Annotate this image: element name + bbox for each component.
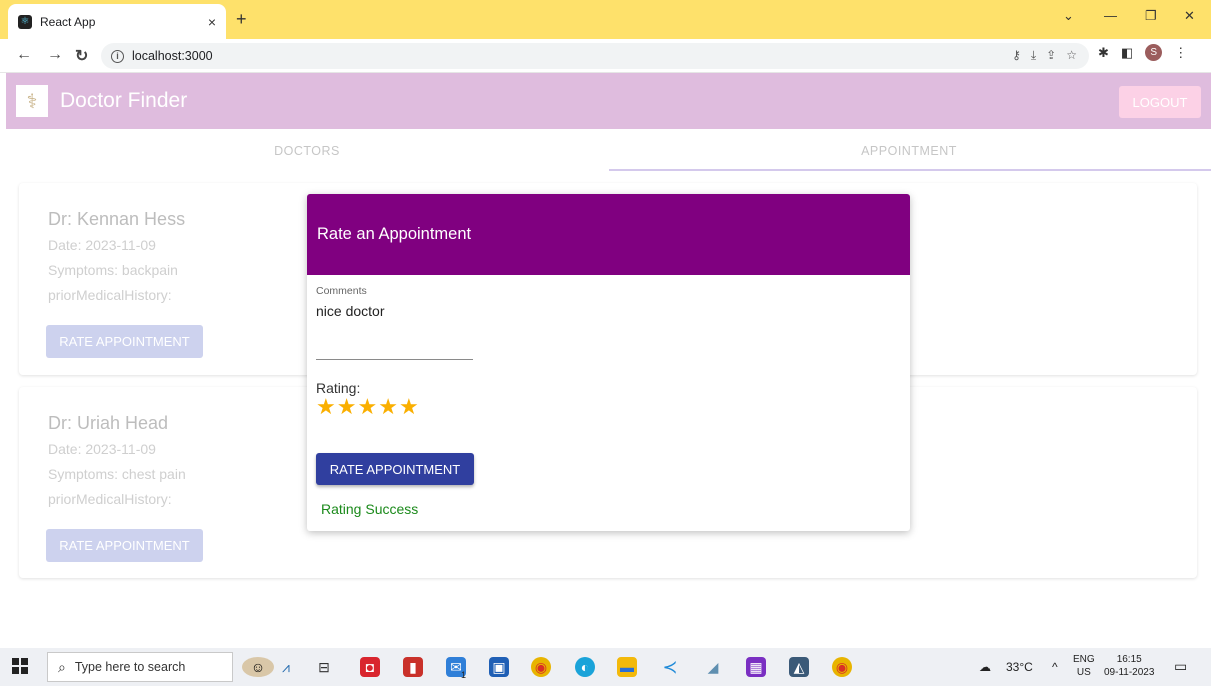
language-bottom: US xyxy=(1076,667,1091,678)
rating-status: Rating Success xyxy=(321,501,419,517)
star-icon[interactable]: ★ xyxy=(316,396,336,418)
star-icon[interactable]: ★ xyxy=(378,396,398,418)
tab-indicator xyxy=(609,169,1211,171)
app-title: Doctor Finder xyxy=(60,89,188,112)
doctor-name: Dr: Uriah Head xyxy=(48,413,169,433)
file-explorer-icon[interactable]: ▬ xyxy=(617,657,637,677)
chrome-icon[interactable]: ◉ xyxy=(531,657,551,677)
appointment-date: Date: 2023-11-09 xyxy=(48,441,156,457)
mail-app-icon[interactable]: ◘ xyxy=(360,657,380,677)
rate-appointment-button[interactable]: RATE APPOINTMENT xyxy=(46,325,203,358)
windows-taskbar: ⌕ Type here to search ☺ ⩘ ⊟ ◘ ▮ ✉ 1 ▣ ◉ … xyxy=(0,648,1211,686)
tab-appointment[interactable]: APPOINTMENT xyxy=(609,129,1209,172)
clock-date: 09-11-2023 xyxy=(1104,667,1155,678)
react-icon: ⚛ xyxy=(18,14,32,29)
browser-tab-title: React App xyxy=(40,14,96,29)
language-top: ENG xyxy=(1073,654,1095,665)
reload-icon[interactable]: ↻ xyxy=(75,46,88,66)
app-icon[interactable]: ◢ xyxy=(703,657,723,677)
side-panel-icon[interactable]: ◧ xyxy=(1121,45,1133,61)
chart-widget-icon[interactable]: ⩘ xyxy=(276,657,296,677)
comments-label: Comments xyxy=(316,285,367,297)
rate-appointment-dialog: Rate an Appointment Comments nice doctor… xyxy=(307,194,910,531)
language-indicator[interactable]: ENG US xyxy=(1073,653,1095,679)
mail-badge: 1 xyxy=(461,670,467,680)
task-view-icon[interactable]: ⊟ xyxy=(314,657,334,677)
caduceus-logo-icon: ⚕ xyxy=(16,85,48,117)
intellij-icon[interactable]: ▦ xyxy=(746,657,766,677)
comments-underline xyxy=(316,359,473,360)
url-text: localhost:3000 xyxy=(132,49,213,63)
clock[interactable]: 16:15 09-11-2023 xyxy=(1104,653,1154,679)
share-icon[interactable]: ⇪ xyxy=(1046,48,1056,63)
dialog-header: Rate an Appointment xyxy=(307,194,910,275)
windows-start-icon[interactable] xyxy=(12,658,28,674)
taskbar-search-placeholder: Type here to search xyxy=(74,660,186,674)
bookmark-star-icon[interactable]: ☆ xyxy=(1066,48,1077,63)
close-tab-icon[interactable]: × xyxy=(208,14,216,30)
appointment-symptoms: Symptoms: backpain xyxy=(48,262,178,278)
install-icon[interactable]: ⤓ xyxy=(1031,48,1036,63)
logout-button[interactable]: LOGOUT xyxy=(1119,86,1201,118)
taskbar-search-input[interactable]: ⌕ Type here to search xyxy=(47,652,233,682)
tray-chevron-icon[interactable]: ^ xyxy=(1052,660,1058,674)
edge-icon[interactable]: ◐ xyxy=(575,657,595,677)
restore-icon[interactable]: ❐ xyxy=(1145,8,1157,24)
minimize-icon[interactable]: — xyxy=(1104,8,1117,23)
search-icon: ⌕ xyxy=(58,658,66,675)
tab-doctors[interactable]: DOCTORS xyxy=(7,129,607,172)
info-icon[interactable]: i xyxy=(111,49,124,63)
office-app-icon[interactable]: ▮ xyxy=(403,657,423,677)
app-tabs: DOCTORS APPOINTMENT xyxy=(0,129,1211,172)
close-window-icon[interactable]: ✕ xyxy=(1184,8,1195,24)
app-icon[interactable]: ◭ xyxy=(789,657,809,677)
key-icon[interactable]: ⚷ xyxy=(1012,48,1021,63)
back-icon[interactable]: ← xyxy=(16,46,32,64)
submit-rating-button[interactable]: RATE APPOINTMENT xyxy=(316,453,474,485)
tab-search-icon[interactable]: ⌄ xyxy=(1063,8,1074,24)
appointment-date: Date: 2023-11-09 xyxy=(48,237,156,253)
extension-area: ✱ ◧ S ⋮ xyxy=(1098,44,1187,61)
chrome-profile-icon[interactable]: ◉ xyxy=(832,657,852,677)
clock-time: 16:15 xyxy=(1116,654,1142,665)
forward-icon[interactable]: → xyxy=(47,46,63,64)
new-tab-button[interactable]: + xyxy=(236,9,247,30)
appointment-history: priorMedicalHistory: xyxy=(48,491,172,507)
comments-input[interactable]: nice doctor xyxy=(316,303,384,319)
app-bar: ⚕ Doctor Finder LOGOUT xyxy=(6,73,1211,129)
browser-tab[interactable]: ⚛ React App × xyxy=(8,4,226,39)
news-widget-icon[interactable]: ☺ xyxy=(242,657,274,677)
weather-icon[interactable]: ☁ xyxy=(979,660,991,674)
vscode-icon[interactable]: ≺ xyxy=(660,657,680,677)
extensions-puzzle-icon[interactable]: ✱ xyxy=(1098,45,1109,61)
appointment-symptoms: Symptoms: chest pain xyxy=(48,466,186,482)
star-icon[interactable]: ★ xyxy=(337,396,357,418)
rate-appointment-button[interactable]: RATE APPOINTMENT xyxy=(46,529,203,562)
browser-toolbar: ← → ↻ i localhost:3000 ⚷ ⤓ ⇪ ☆ xyxy=(0,39,1211,73)
profile-avatar[interactable]: S xyxy=(1145,44,1163,61)
star-icon[interactable]: ★ xyxy=(399,396,419,418)
address-bar[interactable]: i localhost:3000 ⚷ ⤓ ⇪ ☆ xyxy=(101,43,1089,69)
appointment-history: priorMedicalHistory: xyxy=(48,287,172,303)
dialog-title: Rate an Appointment xyxy=(317,225,472,243)
menu-kebab-icon[interactable]: ⋮ xyxy=(1174,45,1187,61)
store-app-icon[interactable]: ▣ xyxy=(489,657,509,677)
doctor-name: Dr: Kennan Hess xyxy=(48,209,186,229)
temperature: 33°C xyxy=(1006,660,1033,674)
star-rating[interactable]: ★ ★ ★ ★ ★ xyxy=(316,396,419,418)
star-icon[interactable]: ★ xyxy=(357,396,377,418)
notifications-icon[interactable]: ▭ xyxy=(1174,658,1187,675)
browser-tab-strip: ⚛ React App × + ⌄ — ❐ ✕ xyxy=(0,0,1211,39)
